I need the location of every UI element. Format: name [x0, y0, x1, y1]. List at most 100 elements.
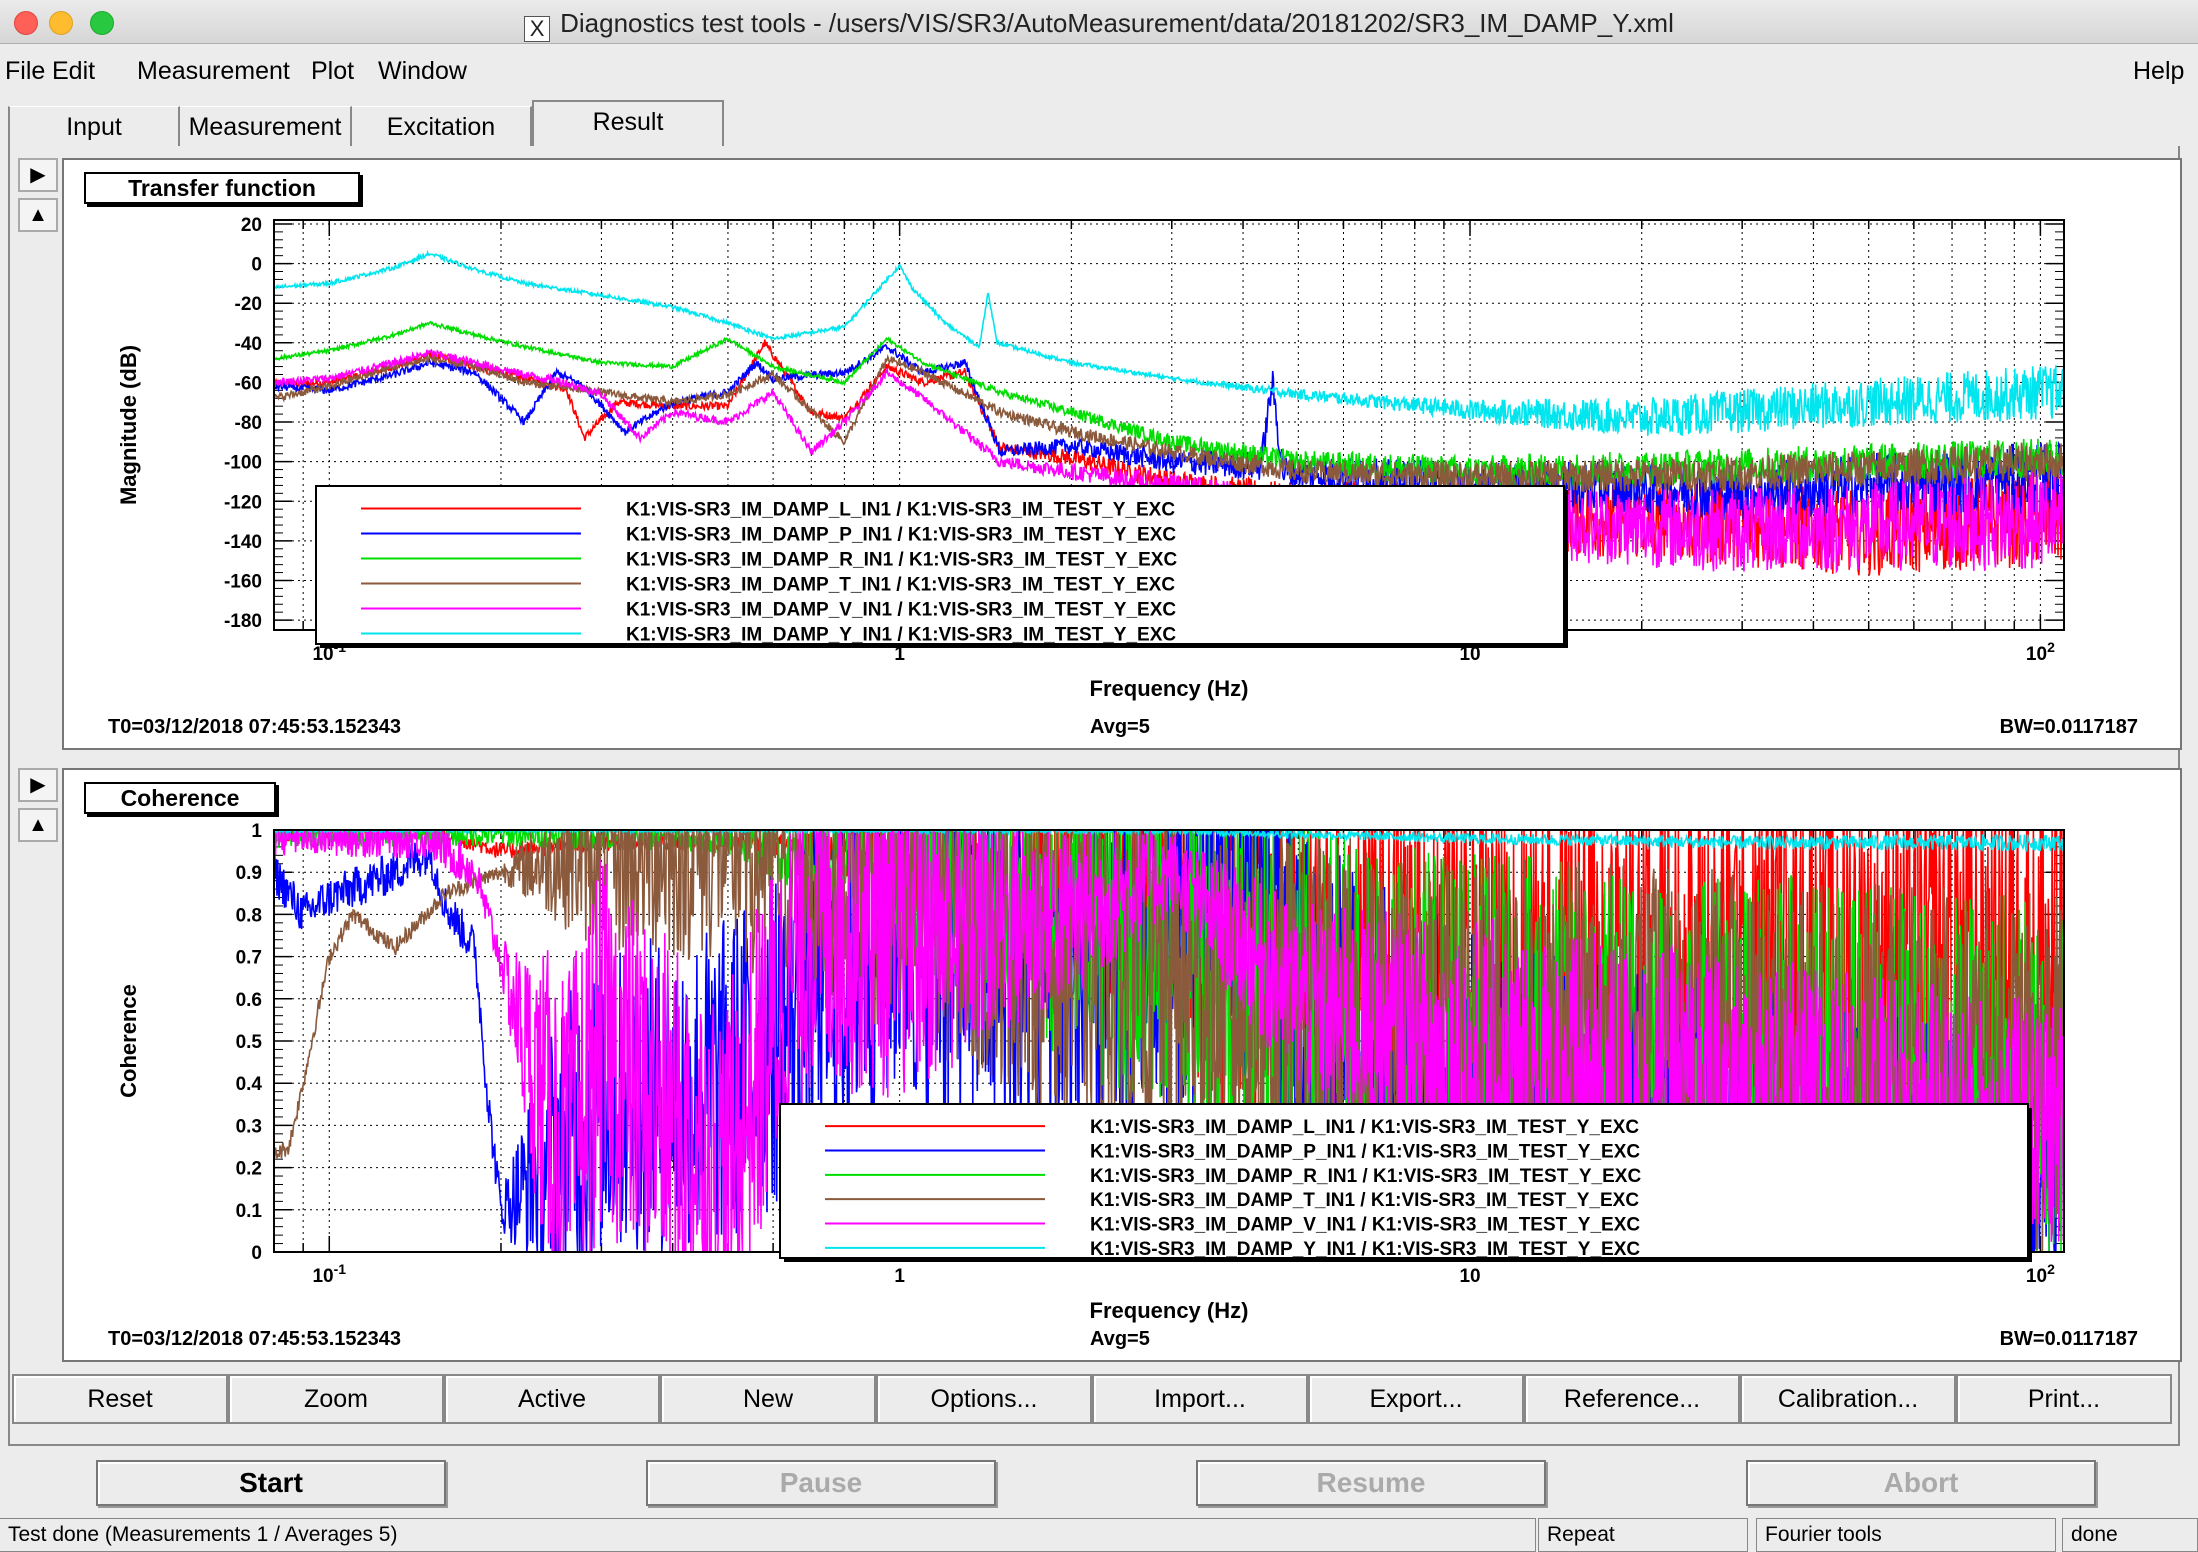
- coherence-y-tick-label: 0.8: [236, 905, 262, 926]
- options-button[interactable]: Options...: [876, 1374, 1092, 1424]
- transfer-function-y-tick-label: -20: [235, 294, 262, 315]
- plot-toolbar: Reset Zoom Active New Options... Import.…: [12, 1374, 2172, 1424]
- window-title: X Diagnostics test tools - /users/VIS/SR3…: [0, 8, 2198, 42]
- transfer-function-legend: K1:VIS-SR3_IM_DAMP_L_IN1 / K1:VIS-SR3_IM…: [315, 485, 1568, 648]
- avg-label: Avg=5: [1090, 716, 1150, 738]
- tab-excitation-label: Excitation: [386, 113, 496, 141]
- abort-button[interactable]: Abort: [1746, 1460, 2096, 1506]
- collapse-arrow-icon: ▲: [28, 204, 48, 226]
- coherence-y-tick-label: 0.5: [236, 1032, 263, 1053]
- bw-label: BW=0.0117187: [1999, 1328, 2138, 1350]
- t0-label: T0=03/12/2018 07:45:53.152343: [108, 1328, 402, 1350]
- menu-plot[interactable]: Plot: [311, 57, 354, 86]
- menu-window-label: Window: [378, 57, 467, 85]
- legend-label-P: K1:VIS-SR3_IM_DAMP_P_IN1 / K1:VIS-SR3_IM…: [1090, 1142, 1640, 1163]
- expand-arrow-button[interactable]: ▶: [18, 768, 58, 802]
- legend-label-V: K1:VIS-SR3_IM_DAMP_V_IN1 / K1:VIS-SR3_IM…: [626, 600, 1176, 621]
- transfer-function-y-tick-label: -120: [224, 492, 262, 513]
- expand-arrow-icon: ▶: [30, 164, 46, 186]
- coherence-y-tick-label: 0.1: [236, 1201, 263, 1222]
- avg-label: Avg=5: [1090, 1328, 1150, 1350]
- import-button[interactable]: Import...: [1092, 1374, 1308, 1424]
- coherence-x-axis-label: Frequency (Hz): [1090, 1298, 1249, 1323]
- calibration-button[interactable]: Calibration...: [1740, 1374, 1956, 1424]
- tab-result[interactable]: Result: [532, 100, 724, 146]
- transfer-function-y-tick-label: -180: [224, 611, 262, 632]
- tab-input-label: Input: [66, 113, 122, 141]
- coherence-plot[interactable]: 1 0.9 0.8 0.7 0.6 0.5 0.4 0.3 0.2 0.1 0 10-1 1 10 102 F…: [64, 770, 2180, 1360]
- tab-measurement[interactable]: Measurement: [180, 106, 352, 146]
- window-title-text: Diagnostics test tools - /users/VIS/SR3/…: [560, 8, 1674, 38]
- legend-label-P: K1:VIS-SR3_IM_DAMP_P_IN1 / K1:VIS-SR3_IM…: [626, 525, 1176, 546]
- expand-arrow-button[interactable]: ▶: [18, 158, 58, 192]
- coherence-x-tick-label: 10-1: [312, 1261, 346, 1287]
- transfer-function-y-tick-label: -80: [235, 413, 262, 434]
- transfer-function-plot[interactable]: 200-20-40-60-80-100-120-140-160-18010-11…: [64, 160, 2180, 748]
- coherence-y-tick-label: 0.7: [236, 948, 262, 969]
- active-button[interactable]: Active: [444, 1374, 660, 1424]
- coherence-y-tick-label: 0: [251, 1243, 262, 1264]
- transfer-function-x-axis-label: Frequency (Hz): [1090, 676, 1249, 701]
- coherence-x-tick-label: 1: [894, 1266, 905, 1287]
- bw-label: BW=0.0117187: [1999, 716, 2138, 738]
- coherence-y-tick-label: 0.6: [236, 990, 262, 1011]
- export-button[interactable]: Export...: [1308, 1374, 1524, 1424]
- reset-button[interactable]: Reset: [12, 1374, 228, 1424]
- tab-excitation[interactable]: Excitation: [352, 106, 532, 146]
- menu-help[interactable]: Help: [2133, 57, 2184, 86]
- coherence-y-tick-label: 0.4: [236, 1074, 263, 1095]
- zoom-button[interactable]: Zoom: [228, 1374, 444, 1424]
- legend-label-R: K1:VIS-SR3_IM_DAMP_R_IN1 / K1:VIS-SR3_IM…: [1090, 1166, 1641, 1187]
- collapse-arrow-button[interactable]: ▲: [18, 198, 58, 232]
- coherence-y-tick-label: 1: [251, 821, 262, 842]
- coherence-y-axis-label: Coherence: [116, 984, 141, 1098]
- status-state: done: [2062, 1518, 2198, 1552]
- x11-icon: X: [524, 16, 551, 42]
- t0-label: T0=03/12/2018 07:45:53.152343: [108, 716, 402, 738]
- resume-button[interactable]: Resume: [1196, 1460, 1546, 1506]
- menu-plot-label: Plot: [311, 57, 355, 85]
- expand-arrow-icon: ▶: [30, 774, 46, 796]
- status-tool: Fourier tools: [1756, 1518, 2056, 1552]
- new-button[interactable]: New: [660, 1374, 876, 1424]
- result-content: ▶ ▲ ▶ ▲ Transfer function 20 0 -20 -40 -60 -8…: [8, 146, 2182, 1446]
- title-bar: X Diagnostics test tools - /users/VIS/SR3…: [0, 0, 2198, 44]
- legend-label-R: K1:VIS-SR3_IM_DAMP_R_IN1 / K1:VIS-SR3_IM…: [626, 550, 1177, 571]
- tab-measurement-label: Measurement: [188, 113, 342, 141]
- menu-bar: File Edit Measurement Plot Window Help: [0, 45, 2198, 91]
- legend-label-V: K1:VIS-SR3_IM_DAMP_V_IN1 / K1:VIS-SR3_IM…: [1090, 1215, 1640, 1236]
- collapse-arrow-icon: ▲: [28, 814, 48, 836]
- coherence-y-tick-label: 0.9: [236, 863, 262, 884]
- transfer-function-y-tick-label: -40: [235, 334, 262, 355]
- reference-button[interactable]: Reference...: [1524, 1374, 1740, 1424]
- transfer-function-y-axis-label: Magnitude (dB): [116, 345, 141, 505]
- legend-label-Y: K1:VIS-SR3_IM_DAMP_Y_IN1 / K1:VIS-SR3_IM…: [626, 625, 1176, 646]
- transfer-function-panel: Transfer function 20 0 -20 -40 -60 -80 -100 -12…: [62, 158, 2182, 750]
- pause-button[interactable]: Pause: [646, 1460, 996, 1506]
- control-bar: Start Pause Resume Abort: [0, 1448, 2198, 1518]
- coherence-x-tick-label: 102: [2026, 1261, 2055, 1287]
- collapse-arrow-button[interactable]: ▲: [18, 808, 58, 842]
- legend-label-L: K1:VIS-SR3_IM_DAMP_L_IN1 / K1:VIS-SR3_IM…: [626, 500, 1175, 521]
- transfer-function-y-tick-label: -100: [224, 453, 262, 474]
- tab-result-label: Result: [592, 108, 664, 136]
- transfer-function-y-tick-label: 0: [251, 255, 262, 276]
- print-button[interactable]: Print...: [1956, 1374, 2172, 1424]
- coherence-legend: K1:VIS-SR3_IM_DAMP_L_IN1 / K1:VIS-SR3_IM…: [779, 1103, 2032, 1262]
- coherence-x-tick-label: 10: [1459, 1266, 1480, 1287]
- tab-input[interactable]: Input: [8, 106, 180, 146]
- menu-window[interactable]: Window: [378, 57, 467, 86]
- transfer-function-y-tick-label: 20: [241, 215, 262, 236]
- coherence-y-tick-label: 0.3: [236, 1116, 262, 1137]
- transfer-function-y-tick-label: -60: [235, 373, 262, 394]
- status-mode: Repeat: [1538, 1518, 1748, 1552]
- menu-edit[interactable]: Edit: [52, 57, 95, 86]
- tab-bar: Input Measurement Excitation Result: [0, 100, 2198, 146]
- menu-file[interactable]: File: [5, 57, 45, 86]
- menu-measurement[interactable]: Measurement: [137, 57, 290, 86]
- start-button[interactable]: Start: [96, 1460, 446, 1506]
- menu-edit-label: Edit: [52, 57, 96, 85]
- legend-label-T: K1:VIS-SR3_IM_DAMP_T_IN1 / K1:VIS-SR3_IM…: [1090, 1190, 1639, 1211]
- transfer-function-y-tick-label: -140: [224, 532, 262, 553]
- legend-label-L: K1:VIS-SR3_IM_DAMP_L_IN1 / K1:VIS-SR3_IM…: [1090, 1117, 1639, 1138]
